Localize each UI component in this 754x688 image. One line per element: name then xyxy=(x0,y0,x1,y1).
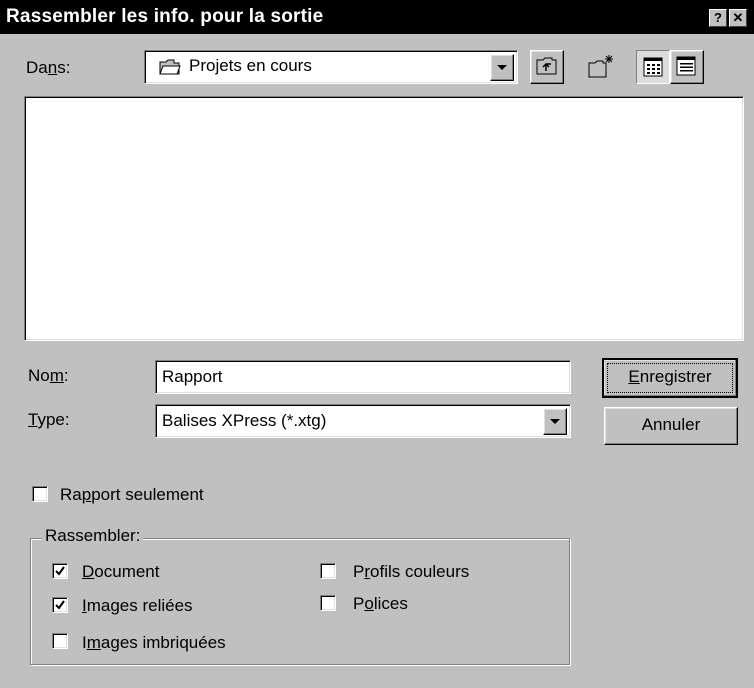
checkmark-icon xyxy=(55,600,65,610)
name-label: Nom: xyxy=(28,366,69,385)
collect-legend: Rassembler: xyxy=(42,526,144,546)
embedded-images-label[interactable]: Images imbriquées xyxy=(82,633,226,653)
folder-icon xyxy=(159,58,181,81)
type-dropdown-button[interactable] xyxy=(543,408,567,435)
list-view-button[interactable] xyxy=(636,50,670,84)
help-icon: ? xyxy=(714,10,722,25)
type-select-value: Balises XPress (*.xtg) xyxy=(162,411,327,430)
up-one-level-button[interactable] xyxy=(530,50,564,84)
report-only-label[interactable]: Rapport seulement xyxy=(60,485,204,505)
cancel-button[interactable]: Annuler xyxy=(604,407,738,445)
color-profiles-checkbox[interactable] xyxy=(320,563,336,579)
save-button[interactable]: Enregistrer xyxy=(602,358,738,398)
name-input-value: Rapport xyxy=(162,367,223,386)
file-list[interactable] xyxy=(24,96,744,341)
fonts-checkbox[interactable] xyxy=(320,595,336,611)
chevron-down-icon xyxy=(497,65,507,70)
close-button[interactable]: ✕ xyxy=(729,9,747,27)
title-bar[interactable]: Rassembler les info. pour la sortie ? ✕ xyxy=(0,0,754,34)
linked-images-label[interactable]: Images reliées xyxy=(82,596,193,616)
document-checkbox[interactable] xyxy=(52,563,68,579)
fonts-label[interactable]: Polices xyxy=(353,594,408,614)
linked-images-checkbox[interactable] xyxy=(52,597,68,613)
chevron-down-icon xyxy=(550,419,560,424)
location-value: Projets en cours xyxy=(189,56,312,75)
location-label: Dans: xyxy=(26,58,71,77)
name-input[interactable]: Rapport xyxy=(155,360,571,394)
location-dropdown-button[interactable] xyxy=(490,54,514,81)
window-title: Rassembler les info. pour la sortie xyxy=(6,6,324,27)
color-profiles-label[interactable]: Profils couleurs xyxy=(353,562,469,582)
new-folder-icon xyxy=(587,53,615,84)
checkmark-icon xyxy=(55,566,65,576)
document-label[interactable]: Document xyxy=(82,562,159,582)
report-only-checkbox[interactable] xyxy=(32,486,48,502)
focus-rect xyxy=(607,363,733,393)
type-select[interactable]: Balises XPress (*.xtg) xyxy=(155,404,571,438)
location-combo[interactable]: Projets en cours xyxy=(144,50,518,84)
embedded-images-checkbox[interactable] xyxy=(52,633,68,649)
type-label: Type: xyxy=(28,410,70,429)
help-button[interactable]: ? xyxy=(709,9,727,27)
close-icon: ✕ xyxy=(732,10,744,25)
up-one-level-icon xyxy=(536,56,558,81)
list-view-icon xyxy=(643,57,663,82)
new-folder-button[interactable] xyxy=(584,50,616,82)
details-view-button[interactable] xyxy=(670,50,704,84)
details-view-icon xyxy=(676,56,696,81)
